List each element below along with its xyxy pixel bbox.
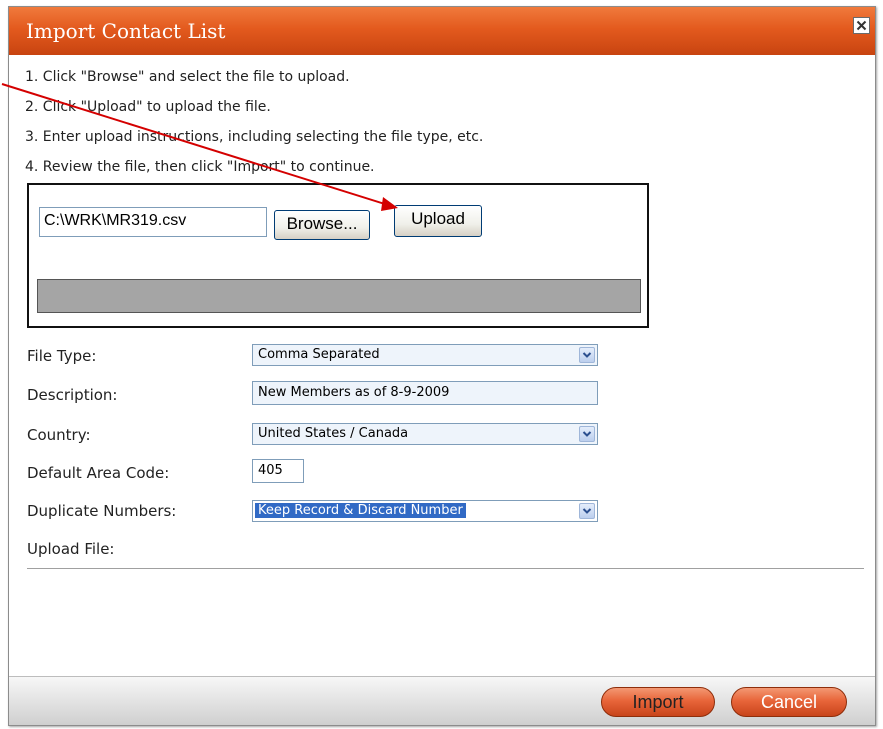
instruction-step-3: 3. Enter upload instructions, including … xyxy=(25,129,484,145)
browse-button[interactable]: Browse... xyxy=(274,210,370,240)
country-label: Country: xyxy=(27,426,91,444)
description-input[interactable]: New Members as of 8-9-2009 xyxy=(252,381,598,405)
country-select[interactable]: United States / Canada xyxy=(252,423,598,445)
upload-button[interactable]: Upload xyxy=(394,205,482,237)
duplicates-select[interactable]: Keep Record & Discard Number xyxy=(252,500,598,522)
file-type-value: Comma Separated xyxy=(258,347,380,362)
upload-file-label: Upload File: xyxy=(27,540,115,558)
upload-progress-bar xyxy=(37,279,641,313)
close-icon[interactable] xyxy=(853,17,870,34)
duplicates-label: Duplicate Numbers: xyxy=(27,502,177,520)
chevron-down-icon[interactable] xyxy=(579,426,595,442)
upload-panel: C:\WRK\MR319.csv Browse... Upload xyxy=(27,183,649,328)
dialog-title: Import Contact List xyxy=(26,19,226,43)
file-type-select[interactable]: Comma Separated xyxy=(252,344,598,366)
area-code-input[interactable]: 405 xyxy=(252,459,304,483)
chevron-down-icon[interactable] xyxy=(579,347,595,363)
duplicates-value: Keep Record & Discard Number xyxy=(255,503,466,518)
country-value: United States / Canada xyxy=(258,426,409,441)
import-dialog: Import Contact List 1. Click "Browse" an… xyxy=(8,6,876,726)
chevron-down-icon[interactable] xyxy=(579,503,595,519)
file-path-input[interactable]: C:\WRK\MR319.csv xyxy=(39,207,267,237)
description-label: Description: xyxy=(27,386,118,404)
import-button[interactable]: Import xyxy=(601,687,715,717)
file-type-label: File Type: xyxy=(27,347,97,365)
title-bar: Import Contact List xyxy=(9,7,875,55)
instruction-step-4: 4. Review the file, then click "Import" … xyxy=(25,159,375,175)
area-code-label: Default Area Code: xyxy=(27,464,170,482)
dialog-footer: Import Cancel xyxy=(9,676,875,725)
instruction-step-2: 2. Click "Upload" to upload the file. xyxy=(25,99,271,115)
instruction-step-1: 1. Click "Browse" and select the file to… xyxy=(25,69,350,85)
cancel-button[interactable]: Cancel xyxy=(731,687,847,717)
divider xyxy=(27,568,864,569)
